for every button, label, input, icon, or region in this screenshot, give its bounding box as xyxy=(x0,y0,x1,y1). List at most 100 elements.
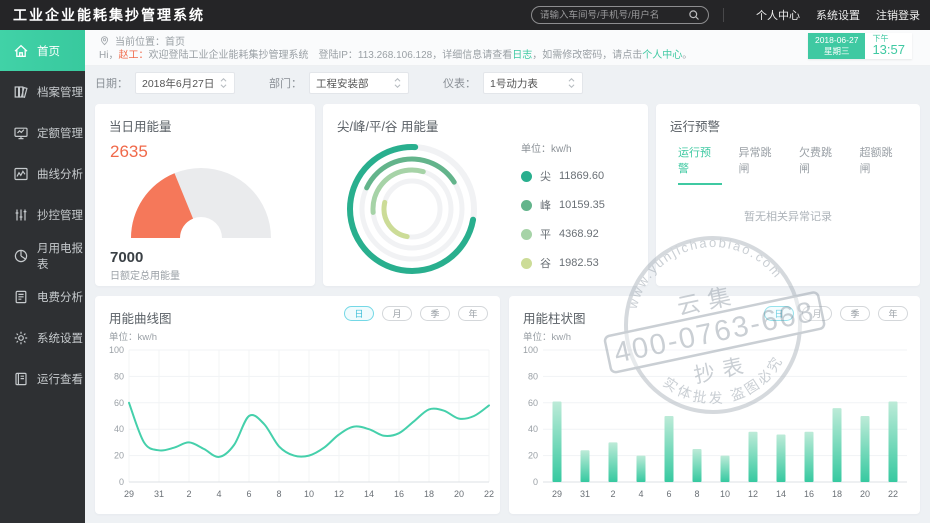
sidebar-item-meter-control[interactable]: 抄控管理 xyxy=(0,194,85,235)
date-select[interactable]: 2018年6月27日 xyxy=(135,72,235,94)
tab-operation-alert[interactable]: 运行预警 xyxy=(678,144,722,185)
sidebar-item-archive[interactable]: 档案管理 xyxy=(0,71,85,112)
curve-chart-icon xyxy=(14,167,28,180)
svg-text:2: 2 xyxy=(186,489,191,499)
legend-value: 4368.92 xyxy=(559,228,599,240)
link-profile[interactable]: 个人中心 xyxy=(756,7,800,23)
date-block: 2018-06-27 星期三 xyxy=(807,33,866,59)
legend-value: 1982.53 xyxy=(559,257,599,269)
alert-empty-text: 暂无相关异常记录 xyxy=(744,211,832,223)
alert-card: 运行预警 运行预警 异常跳闸 欠费跳闸 超额跳闸 暂无相关异常记录 xyxy=(656,104,920,286)
search-input[interactable] xyxy=(540,9,688,21)
legend-label: 谷 xyxy=(540,258,551,270)
gauge-chart xyxy=(131,167,271,238)
profile-link[interactable]: 个人中心 xyxy=(642,50,682,61)
welcome-line: Hi，赵工：欢迎登陆工业企业能耗集抄管理系统 登陆IP：113.268.106.… xyxy=(99,48,930,63)
link-settings[interactable]: 系统设置 xyxy=(816,7,860,23)
peak-valley-card: 尖/峰/平/谷 用能量 单位：kw/h 尖 11869.60 峰 10159.3… xyxy=(323,104,648,286)
header-links: 个人中心 系统设置 注销登录 xyxy=(723,8,920,22)
tab-quarter[interactable]: 季 xyxy=(840,306,870,321)
gauge-quota-label: 日额定总用能量 xyxy=(110,271,180,282)
tab-quarter[interactable]: 季 xyxy=(420,306,450,321)
alert-tabs: 运行预警 异常跳闸 欠费跳闸 超额跳闸 xyxy=(678,144,920,185)
legend-label: 尖 xyxy=(540,171,551,183)
journal-icon xyxy=(15,372,27,385)
sidebar-item-monthly-report[interactable]: 月用电报表 xyxy=(0,235,85,276)
weekday-value: 星期三 xyxy=(823,46,850,56)
card-title: 用能曲线图 xyxy=(109,312,172,326)
card-title: 尖/峰/平/谷 用能量 xyxy=(337,120,439,134)
legend-dot xyxy=(521,257,532,269)
meter-select[interactable]: 1号动力表 xyxy=(483,72,583,94)
svg-text:8: 8 xyxy=(276,489,281,499)
filter-bar: 日期： 2018年6月27日 部门： 工程安装部 仪表： 1号动力表 xyxy=(95,72,617,94)
svg-text:12: 12 xyxy=(748,489,758,499)
svg-text:16: 16 xyxy=(394,489,404,499)
legend-label: 平 xyxy=(540,229,551,241)
tab-day[interactable]: 日 xyxy=(344,306,374,321)
svg-text:20: 20 xyxy=(860,489,870,499)
sidebar-item-operation-view[interactable]: 运行查看 xyxy=(0,358,85,399)
svg-text:40: 40 xyxy=(528,424,538,434)
spinner-icon[interactable] xyxy=(219,77,228,89)
legend-label: 峰 xyxy=(540,200,551,212)
time-block: 下午 13:57 xyxy=(865,33,912,59)
svg-text:20: 20 xyxy=(528,451,538,461)
tab-overquota-trip[interactable]: 超额跳闸 xyxy=(860,144,904,185)
svg-text:20: 20 xyxy=(454,489,464,499)
date-value: 2018-06-27 xyxy=(814,35,859,45)
tab-abnormal-trip[interactable]: 异常跳闸 xyxy=(739,144,783,185)
tab-arrears-trip[interactable]: 欠费跳闸 xyxy=(799,144,843,185)
monitor-icon xyxy=(14,127,28,139)
tab-year[interactable]: 年 xyxy=(878,306,908,321)
svg-text:22: 22 xyxy=(484,489,494,499)
link-logout[interactable]: 注销登录 xyxy=(876,7,920,23)
log-link[interactable]: 日志 xyxy=(512,50,532,61)
sidebar-item-quota[interactable]: 定额管理 xyxy=(0,112,85,153)
department-select-value: 工程安装部 xyxy=(316,77,369,90)
svg-text:18: 18 xyxy=(832,489,842,499)
card-title: 运行预警 xyxy=(670,120,721,134)
breadcrumb: 当前位置： 首页 xyxy=(99,33,930,48)
svg-text:20: 20 xyxy=(114,451,124,461)
rings-chart xyxy=(347,144,477,274)
legend-item-peak: 尖 11869.60 xyxy=(521,168,605,184)
svg-text:40: 40 xyxy=(114,424,124,434)
search-icon[interactable] xyxy=(688,9,700,21)
svg-text:6: 6 xyxy=(246,489,251,499)
legend-value: 10159.35 xyxy=(559,199,605,211)
daily-energy-card: 当日用能量 2635 7000 日额定总用能量 xyxy=(95,104,315,286)
tab-day[interactable]: 日 xyxy=(764,306,794,321)
breadcrumb-value[interactable]: 首页 xyxy=(165,33,185,48)
gear-icon xyxy=(14,331,28,344)
welcome-ip: 登陆IP：113.268.106.128，详细信息请查看 xyxy=(308,50,513,61)
tab-year[interactable]: 年 xyxy=(458,306,488,321)
department-select[interactable]: 工程安装部 xyxy=(309,72,409,94)
sidebar-item-curve[interactable]: 曲线分析 xyxy=(0,153,85,194)
breadcrumb-label: 当前位置： xyxy=(115,37,165,48)
sidebar-item-fee-analysis[interactable]: 电费分析 xyxy=(0,276,85,317)
spinner-icon[interactable] xyxy=(393,77,402,89)
svg-text:29: 29 xyxy=(124,489,134,499)
unit-label: 单位：kw/h xyxy=(521,144,572,155)
app-root: { "app": { "title": "工业企业能耗集抄管理系统" }, "h… xyxy=(0,0,930,523)
tab-month[interactable]: 月 xyxy=(382,306,412,321)
meter-select-value: 1号动力表 xyxy=(490,77,538,90)
header-right: 个人中心 系统设置 注销登录 xyxy=(531,0,920,30)
sidebar-item-home[interactable]: 首页 xyxy=(0,30,85,71)
filter-department: 部门： 工程安装部 xyxy=(269,72,409,94)
search-box[interactable] xyxy=(531,6,709,24)
line-chart: 0 20 40 60 80 100 29 31 2 4 6 8 10 12 14 16 18 20 22 xyxy=(109,345,494,499)
sidebar-item-label: 月用电报表 xyxy=(37,242,83,271)
svg-text:8: 8 xyxy=(694,489,699,499)
sidebar-item-system-settings[interactable]: 系统设置 xyxy=(0,317,85,358)
spinner-icon[interactable] xyxy=(567,77,576,89)
svg-text:4: 4 xyxy=(638,489,643,499)
svg-text:29: 29 xyxy=(552,489,562,499)
svg-text:80: 80 xyxy=(114,371,124,381)
energy-curve-card: 用能曲线图 日 月 季 年 单位：kw/h 0 20 40 60 80 100 29 31 2 4… xyxy=(95,296,500,514)
tab-month[interactable]: 月 xyxy=(802,306,832,321)
energy-bar-card: 用能柱状图 日 月 季 年 单位：kw/h 0 20 40 60 80 100 29 31 2 4… xyxy=(509,296,920,514)
sidebar-item-label: 定额管理 xyxy=(37,127,83,140)
svg-text:0: 0 xyxy=(533,477,538,487)
